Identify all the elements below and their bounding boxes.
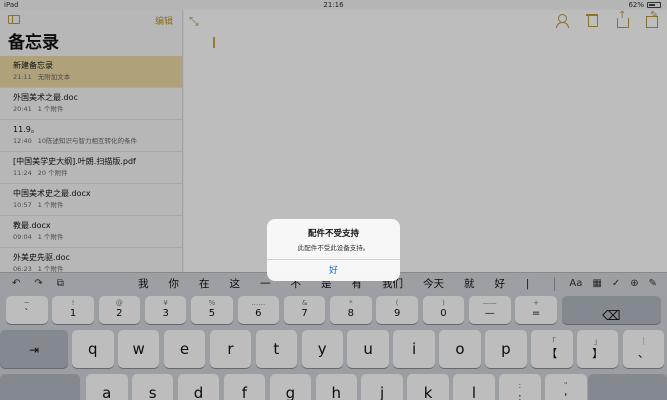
alert-ok-button[interactable]: 好 bbox=[267, 259, 400, 281]
alert-message: 此配件不受此设备支持。 bbox=[297, 244, 370, 252]
alert-dialog: 配件不受支持 此配件不受此设备支持。 好 bbox=[267, 219, 400, 281]
modal-backdrop bbox=[0, 0, 667, 400]
alert-title: 配件不受支持 bbox=[307, 229, 359, 239]
